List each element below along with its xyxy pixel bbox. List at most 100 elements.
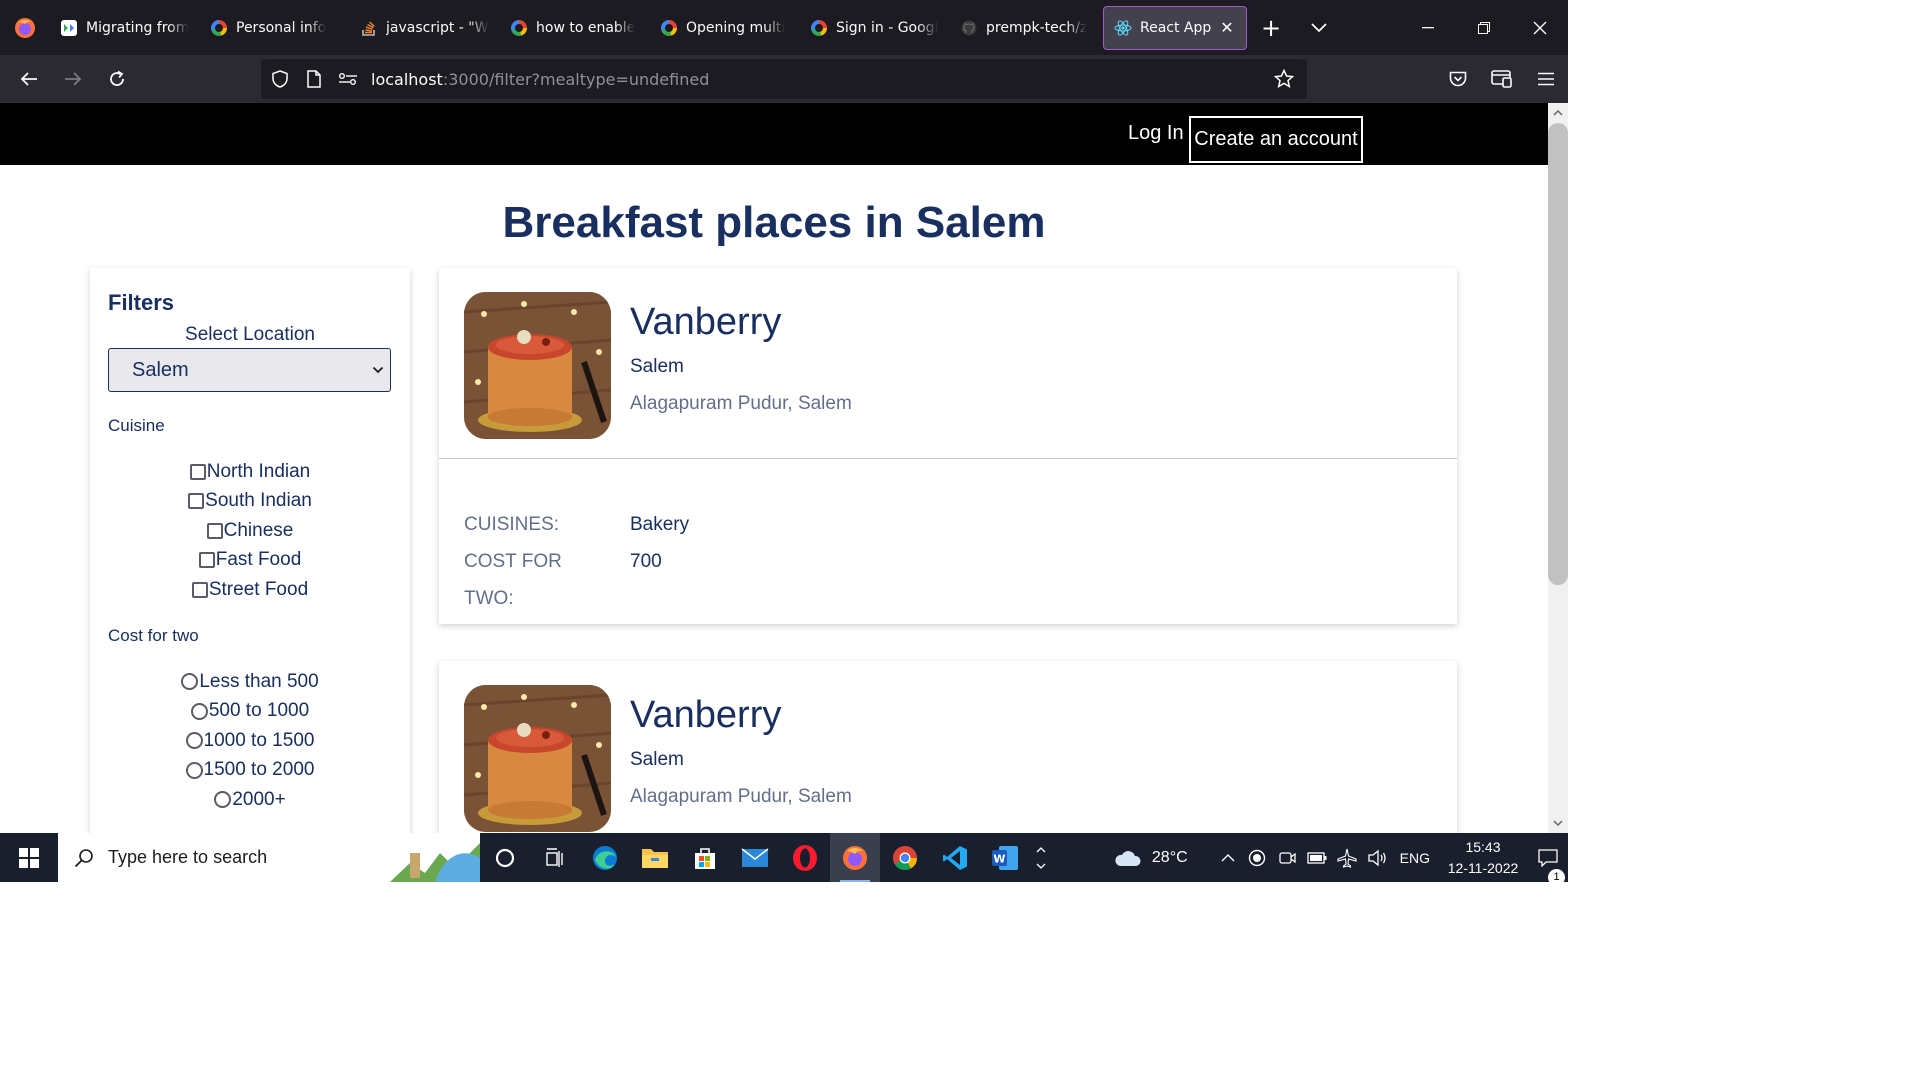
restaurant-name[interactable]: Vanberry <box>630 694 781 737</box>
tray-app[interactable] <box>1242 849 1272 867</box>
tracking-protection-shield-icon[interactable] <box>263 59 297 99</box>
browser-tab[interactable]: prempk-tech/z <box>950 6 1100 50</box>
show-hidden-icons-button[interactable] <box>1214 853 1242 862</box>
minimize-icon <box>1422 26 1434 28</box>
scroll-up-arrow-icon[interactable] <box>1548 103 1568 123</box>
opera-taskbar-button[interactable] <box>780 833 830 882</box>
word-taskbar-button[interactable]: W <box>980 833 1030 882</box>
airplane-icon <box>1337 848 1357 868</box>
airplane-mode-status[interactable] <box>1332 848 1362 868</box>
toolbar-right-actions <box>1436 55 1568 103</box>
cuisine-option[interactable]: North Indian <box>90 457 410 487</box>
page-scrollbar[interactable] <box>1548 103 1568 833</box>
vscode-taskbar-button[interactable] <box>930 833 980 882</box>
windows-logo-icon <box>19 847 39 868</box>
cost-option[interactable]: 2000+ <box>90 785 410 815</box>
cost-option[interactable]: Less than 500 <box>90 667 410 697</box>
browser-tab[interactable]: React App ✕ <box>1103 5 1247 50</box>
notification-center-button[interactable]: 1 <box>1528 848 1568 886</box>
cuisine-option[interactable]: Fast Food <box>90 546 410 576</box>
cost-option[interactable]: 500 to 1000 <box>90 697 410 727</box>
bookmark-star-button[interactable] <box>1267 59 1301 99</box>
chrome-taskbar-button[interactable] <box>880 833 930 882</box>
arrow-right-icon <box>65 72 82 86</box>
tab-title: Sign in - Googl <box>836 19 939 36</box>
input-language[interactable]: ENG <box>1400 850 1430 866</box>
svg-text:W: W <box>993 852 1005 865</box>
chrome-icon <box>891 844 919 872</box>
cost-radio[interactable] <box>214 791 232 809</box>
file-explorer-taskbar-button[interactable] <box>630 833 680 882</box>
task-view-taskbar-button[interactable] <box>530 833 580 882</box>
minimize-button[interactable] <box>1400 0 1456 55</box>
browser-tab[interactable]: Migrating from <box>50 6 200 50</box>
reload-button[interactable] <box>95 59 139 99</box>
cost-option[interactable]: 1000 to 1500 <box>90 726 410 756</box>
cost-radio[interactable] <box>185 761 203 779</box>
cost-radio[interactable] <box>190 702 208 720</box>
mail-taskbar-button[interactable] <box>730 833 780 882</box>
card-divider <box>439 458 1457 459</box>
new-tab-button[interactable]: + <box>1247 6 1295 50</box>
list-all-tabs-button[interactable] <box>1295 6 1343 50</box>
close-tab-button[interactable]: ✕ <box>1218 18 1236 37</box>
browser-tab[interactable]: Opening multi <box>650 6 800 50</box>
url-text[interactable]: localhost:3000/filter?mealtype=undefined <box>371 70 709 89</box>
firefox-icon <box>841 844 869 872</box>
battery-status[interactable] <box>1302 851 1332 864</box>
cuisine-checkbox[interactable] <box>191 581 208 598</box>
cuisine-option[interactable]: Street Food <box>90 575 410 605</box>
react-icon <box>1114 19 1132 37</box>
cost-option-label: 1500 to 2000 <box>203 759 315 781</box>
restaurant-card[interactable]: Vanberry Salem Alagapuram Pudur, Salem C… <box>439 661 1457 833</box>
cuisine-checkbox[interactable] <box>189 463 206 480</box>
restaurant-thumbnail[interactable] <box>464 292 611 439</box>
forward-button[interactable] <box>51 59 95 99</box>
edge-taskbar-button[interactable] <box>580 833 630 882</box>
volume-control[interactable] <box>1362 849 1392 867</box>
back-button[interactable] <box>7 59 51 99</box>
page-info-icon[interactable] <box>297 59 331 99</box>
restaurant-name[interactable]: Vanberry <box>630 301 781 344</box>
cortana-taskbar-button[interactable] <box>480 833 530 882</box>
browser-tab[interactable]: how to enable <box>500 6 650 50</box>
browser-tab[interactable]: javascript - "W <box>350 6 500 50</box>
close-window-button[interactable] <box>1512 0 1568 55</box>
taskbar-overflow-scroll[interactable] <box>1030 833 1052 882</box>
browser-tab[interactable]: Personal info <box>200 6 350 50</box>
windows-taskbar: Type here to search W 28°C ENG 15:43 12-… <box>0 833 1568 886</box>
cuisine-label: Cuisine <box>108 416 165 435</box>
weather-temperature[interactable]: 28°C <box>1152 849 1188 867</box>
responsive-design-button[interactable] <box>1480 55 1524 103</box>
firefox-taskbar-button[interactable] <box>830 833 880 882</box>
restore-button[interactable] <box>1456 0 1512 55</box>
create-account-button[interactable]: Create an account <box>1189 116 1363 163</box>
scrollbar-thumb[interactable] <box>1548 123 1568 585</box>
url-bar[interactable]: localhost:3000/filter?mealtype=undefined <box>261 59 1307 99</box>
app-menu-button[interactable] <box>1524 55 1568 103</box>
cost-option[interactable]: 1500 to 2000 <box>90 756 410 786</box>
firefox-view-button[interactable] <box>0 0 50 55</box>
taskbar-search-box[interactable]: Type here to search <box>58 833 480 882</box>
permissions-icon[interactable] <box>331 59 365 99</box>
cuisine-checkbox[interactable] <box>198 552 215 569</box>
cost-radio[interactable] <box>181 673 199 691</box>
weather-widget[interactable] <box>1102 848 1152 868</box>
cuisine-checkbox[interactable] <box>188 493 205 510</box>
pocket-button[interactable] <box>1436 55 1480 103</box>
browser-tab[interactable]: Sign in - Googl <box>800 6 950 50</box>
restaurant-thumbnail[interactable] <box>464 685 611 832</box>
cost-radio[interactable] <box>185 732 203 750</box>
cuisine-checkbox[interactable] <box>206 522 223 539</box>
system-clock[interactable]: 15:43 12-11-2022 <box>1438 837 1528 879</box>
scroll-down-arrow-icon[interactable] <box>1548 813 1568 833</box>
filters-title: Filters <box>108 290 175 315</box>
tray-app[interactable] <box>1272 849 1302 867</box>
start-button[interactable] <box>0 833 58 882</box>
location-select[interactable]: Salem <box>108 348 391 392</box>
login-link[interactable]: Log In <box>1128 117 1184 149</box>
restaurant-card[interactable]: Vanberry Salem Alagapuram Pudur, Salem C… <box>439 268 1457 624</box>
microsoft-store-taskbar-button[interactable] <box>680 833 730 882</box>
cuisine-option[interactable]: South Indian <box>90 487 410 517</box>
cuisine-option[interactable]: Chinese <box>90 516 410 546</box>
